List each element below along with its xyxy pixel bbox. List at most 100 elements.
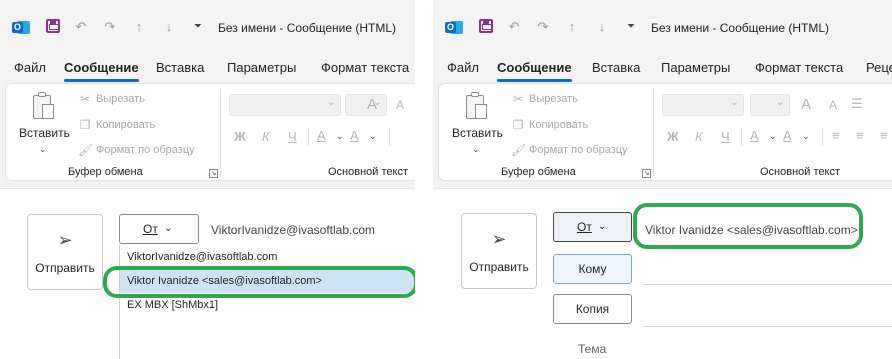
undo-icon[interactable]: ↶ bbox=[507, 20, 521, 34]
clipboard-group-label: Буфер обмена bbox=[501, 166, 576, 178]
underline-button[interactable]: Ч bbox=[288, 129, 297, 144]
italic-button[interactable]: К bbox=[695, 129, 703, 144]
window-title: Без имени - Сообщение (HTML) bbox=[218, 21, 397, 35]
paste-button[interactable]: Вставить bbox=[19, 126, 70, 140]
italic-button[interactable]: К bbox=[262, 129, 270, 144]
shrink-font-icon[interactable]: A bbox=[396, 98, 404, 112]
arrow-up-icon[interactable]: ↑ bbox=[565, 20, 579, 34]
basic-text-group-label: Основной текст bbox=[760, 166, 840, 178]
font-color-icon[interactable]: A bbox=[350, 128, 359, 143]
arrow-down-icon[interactable]: ↓ bbox=[162, 20, 176, 34]
from-button[interactable]: От ⌄ bbox=[119, 214, 199, 244]
title-bar: O ↶ ↷ ↑ ↓ ⏷ Без имени - Сообщение (HTML) bbox=[433, 0, 892, 52]
send-icon: ➢ bbox=[57, 230, 73, 250]
send-label: Отправить bbox=[35, 261, 95, 275]
font-color-icon[interactable]: A bbox=[783, 128, 792, 143]
redo-icon[interactable]: ↷ bbox=[103, 20, 117, 34]
shrink-font-icon[interactable]: A bbox=[829, 98, 837, 112]
bold-button[interactable]: Ж bbox=[234, 129, 246, 144]
from-dropdown-menu: ViktorIvanidze@ivasoftlab.com Viktor Iva… bbox=[119, 245, 415, 359]
copy-icon: ❐ bbox=[79, 118, 91, 132]
align-left-icon[interactable]: ≡ bbox=[832, 128, 840, 143]
right-screenshot-panel: O ↶ ↷ ↑ ↓ ⏷ Без имени - Сообщение (HTML)… bbox=[433, 0, 892, 359]
paste-icon[interactable] bbox=[31, 92, 55, 120]
clipboard-group-label: Буфер обмена bbox=[68, 166, 143, 178]
cc-button[interactable]: Копия bbox=[553, 294, 632, 324]
font-size-combo[interactable] bbox=[750, 94, 790, 116]
undo-icon[interactable]: ↶ bbox=[74, 20, 88, 34]
tab-insert[interactable]: Вставка bbox=[592, 60, 640, 75]
arrow-down-icon[interactable]: ↓ bbox=[595, 20, 609, 34]
bold-button[interactable]: Ж bbox=[667, 129, 679, 144]
font-name-combo[interactable] bbox=[662, 94, 744, 116]
left-screenshot-panel: O ↶ ↷ ↑ ↓ ⏷ Без имени - Сообщение (HTML)… bbox=[0, 0, 415, 359]
cut-button[interactable]: Вырезать bbox=[96, 93, 145, 105]
grow-font-icon[interactable]: A bbox=[367, 96, 377, 113]
format-painter-button[interactable]: Формат по образцу bbox=[529, 144, 628, 156]
tab-format-text[interactable]: Формат текста bbox=[321, 60, 409, 75]
ribbon-tabs: Файл Сообщение Вставка Параметры Формат … bbox=[0, 52, 415, 82]
arrow-up-icon[interactable]: ↑ bbox=[132, 20, 146, 34]
scissors-icon: ✂ bbox=[79, 92, 91, 106]
send-button[interactable]: ➢ Отправить bbox=[461, 213, 537, 289]
chevron-down-icon: ⌄ bbox=[164, 223, 173, 234]
paste-icon[interactable] bbox=[464, 92, 488, 120]
tab-message[interactable]: Сообщение bbox=[64, 60, 139, 82]
copy-icon: ❐ bbox=[512, 118, 524, 132]
format-painter-icon: 🖌 bbox=[78, 143, 94, 157]
send-label: Отправить bbox=[469, 260, 529, 274]
from-label: От bbox=[143, 222, 158, 236]
copy-button[interactable]: Копировать bbox=[96, 119, 155, 131]
chevron-down-icon[interactable]: ⌄ bbox=[802, 131, 810, 142]
chevron-down-icon: ⌄ bbox=[598, 221, 607, 232]
subject-label: Тема bbox=[578, 342, 607, 356]
from-button[interactable]: От ⌄ bbox=[553, 212, 632, 242]
align-right-icon[interactable]: ≡ bbox=[880, 128, 888, 143]
chevron-down-icon[interactable]: ⌄ bbox=[39, 144, 47, 155]
customize-qat-icon[interactable]: ⏷ bbox=[191, 20, 205, 34]
tab-file[interactable]: Файл bbox=[447, 60, 479, 75]
from-value: ViktorIvanidze@ivasoftlab.com bbox=[211, 223, 376, 237]
copy-button[interactable]: Копировать bbox=[529, 119, 588, 131]
grow-font-icon[interactable]: A bbox=[801, 96, 811, 113]
paste-button[interactable]: Вставить bbox=[452, 126, 503, 140]
chevron-down-icon[interactable]: ⌄ bbox=[472, 144, 480, 155]
dialog-launcher-icon[interactable]: ↘ bbox=[642, 169, 651, 178]
underline-button[interactable]: Ч bbox=[721, 129, 730, 144]
format-painter-button[interactable]: Формат по образцу bbox=[96, 144, 195, 156]
dialog-launcher-icon[interactable]: ↘ bbox=[209, 169, 218, 178]
send-button[interactable]: ➢ Отправить bbox=[27, 214, 103, 290]
font-name-combo[interactable] bbox=[229, 94, 341, 116]
chevron-down-icon[interactable]: ⌄ bbox=[769, 131, 777, 142]
basic-text-group-label: Основной текст bbox=[328, 166, 408, 178]
highlight-icon[interactable]: A bbox=[317, 128, 326, 143]
align-center-icon[interactable]: ≡ bbox=[856, 128, 864, 143]
font-size-combo[interactable] bbox=[345, 94, 387, 116]
chevron-down-icon[interactable]: ⌄ bbox=[369, 131, 377, 142]
outlook-icon: O bbox=[12, 19, 30, 36]
chevron-down-icon[interactable]: ⌄ bbox=[336, 131, 344, 142]
save-icon[interactable] bbox=[46, 19, 60, 33]
send-icon: ➢ bbox=[491, 229, 507, 249]
tab-options[interactable]: Параметры bbox=[661, 60, 730, 75]
from-label: От bbox=[577, 220, 592, 234]
outlook-icon: O bbox=[445, 19, 463, 36]
green-highlight-annotation bbox=[103, 266, 415, 298]
tab-options[interactable]: Параметры bbox=[227, 60, 296, 75]
format-painter-icon: 🖌 bbox=[511, 143, 527, 157]
redo-icon[interactable]: ↷ bbox=[536, 20, 550, 34]
tab-insert[interactable]: Вставка bbox=[156, 60, 204, 75]
cut-button[interactable]: Вырезать bbox=[529, 93, 578, 105]
to-button[interactable]: Кому bbox=[553, 254, 632, 284]
bullet-list-icon[interactable]: ☰ bbox=[851, 96, 863, 112]
highlight-icon[interactable]: A bbox=[750, 128, 759, 143]
tab-file[interactable]: Файл bbox=[14, 60, 46, 75]
green-highlight-annotation bbox=[633, 203, 863, 249]
save-icon[interactable] bbox=[479, 19, 493, 33]
ribbon: Вставить ⌄ ✂ Вырезать ❐ Копировать 🖌 Фор… bbox=[439, 84, 892, 180]
title-bar: O ↶ ↷ ↑ ↓ ⏷ Без имени - Сообщение (HTML) bbox=[0, 0, 415, 52]
tab-review[interactable]: Реце bbox=[866, 60, 892, 75]
tab-format-text[interactable]: Формат текста bbox=[755, 60, 843, 75]
tab-message[interactable]: Сообщение bbox=[497, 60, 572, 82]
customize-qat-icon[interactable]: ⏷ bbox=[624, 20, 638, 34]
